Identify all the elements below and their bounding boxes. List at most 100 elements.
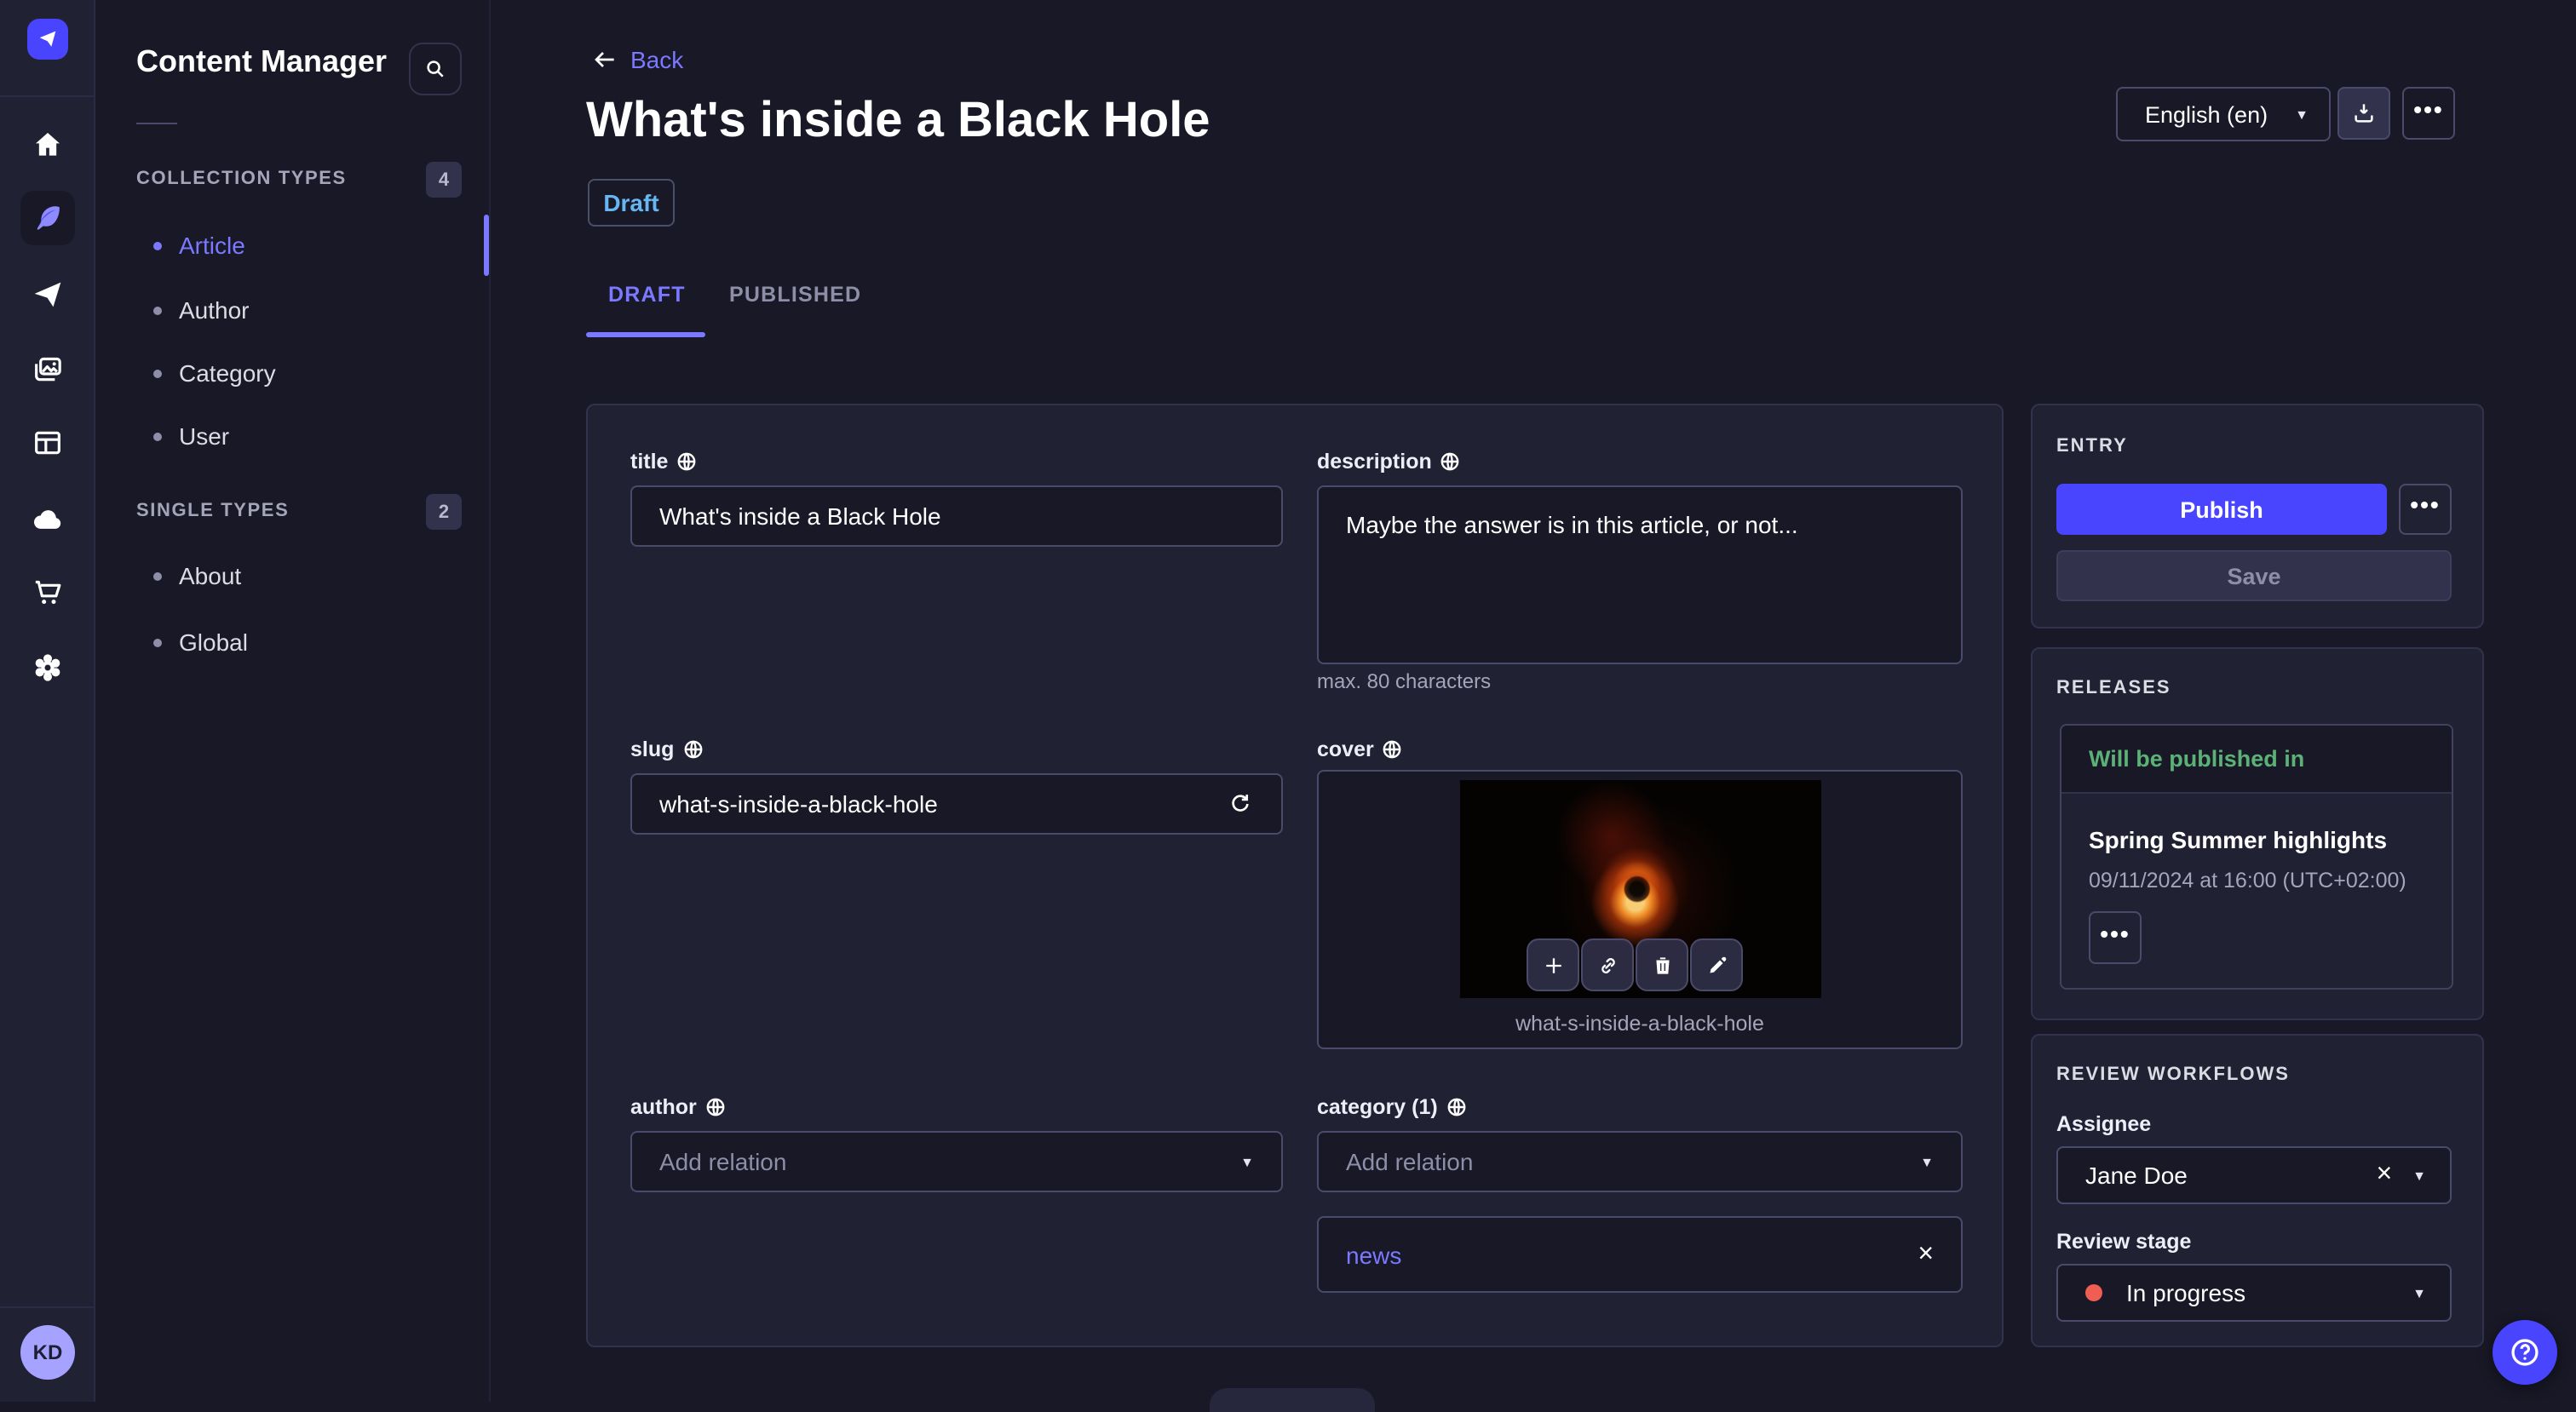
user-avatar[interactable]: KD bbox=[20, 1325, 75, 1380]
field-label-text: category (1) bbox=[1317, 1094, 1438, 1118]
nav-media-library-icon[interactable] bbox=[29, 351, 66, 388]
sidebar-item-author[interactable]: Author bbox=[153, 293, 250, 327]
sidebar-item-label: Category bbox=[179, 359, 276, 387]
field-label-text: slug bbox=[630, 737, 675, 761]
category-relation-item[interactable]: news × bbox=[1317, 1216, 1963, 1293]
author-placeholder: Add relation bbox=[659, 1148, 787, 1175]
status-badge: Draft bbox=[588, 179, 675, 227]
back-label: Back bbox=[630, 46, 684, 73]
title-input[interactable]: What's inside a Black Hole bbox=[630, 485, 1283, 547]
category-relation-select[interactable]: Add relation ▼ bbox=[1317, 1131, 1963, 1192]
arrow-left-icon bbox=[595, 52, 614, 67]
globe-icon bbox=[678, 451, 696, 470]
tab-published[interactable]: PUBLISHED bbox=[729, 283, 861, 307]
pencil-icon bbox=[1709, 956, 1726, 973]
globe-icon bbox=[684, 739, 702, 758]
nav-divider-top bbox=[0, 95, 95, 97]
remove-relation-icon[interactable]: × bbox=[1918, 1240, 1934, 1268]
nav-cloud-icon[interactable] bbox=[29, 501, 66, 538]
bullet-icon bbox=[153, 432, 162, 440]
sidebar-item-global[interactable]: Global bbox=[153, 625, 248, 659]
chevron-down-icon: ▼ bbox=[1920, 1154, 1934, 1169]
globe-icon bbox=[1383, 739, 1402, 758]
back-button[interactable]: Back bbox=[591, 46, 683, 73]
more-icon: ••• bbox=[2410, 491, 2441, 518]
sidebar-item-label: User bbox=[179, 422, 230, 450]
chevron-down-icon: ▼ bbox=[1240, 1154, 1254, 1169]
download-button[interactable] bbox=[2337, 87, 2390, 140]
collection-types-count-badge: 4 bbox=[426, 162, 462, 198]
nav-settings-icon[interactable] bbox=[29, 649, 66, 686]
assignee-label: Assignee bbox=[2056, 1112, 2152, 1136]
header-more-button[interactable]: ••• bbox=[2402, 87, 2455, 140]
single-types-count-badge: 2 bbox=[426, 494, 462, 530]
strapi-logo[interactable] bbox=[27, 19, 68, 60]
description-value: Maybe the answer is in this article, or … bbox=[1346, 511, 1798, 538]
nav-home-icon[interactable] bbox=[29, 126, 66, 164]
author-field-label: author bbox=[630, 1093, 726, 1119]
title-field-label: title bbox=[630, 448, 697, 474]
section-collection-types: COLLECTION TYPES bbox=[136, 169, 347, 189]
edit-asset-button[interactable] bbox=[1690, 938, 1743, 991]
bullet-icon bbox=[153, 571, 162, 580]
nav-content-manager-feather-icon[interactable] bbox=[29, 199, 66, 237]
publish-label: Publish bbox=[2180, 496, 2263, 522]
title-input-value: What's inside a Black Hole bbox=[659, 502, 941, 530]
help-button[interactable] bbox=[2493, 1320, 2557, 1385]
search-button[interactable] bbox=[409, 43, 462, 95]
regenerate-icon[interactable] bbox=[1227, 790, 1254, 818]
cover-actions bbox=[1527, 938, 1743, 991]
nav-paper-plane-icon[interactable] bbox=[29, 276, 66, 313]
sidebar-item-about[interactable]: About bbox=[153, 559, 241, 593]
nav-layout-icon[interactable] bbox=[29, 424, 66, 462]
save-button[interactable]: Save bbox=[2056, 550, 2452, 601]
sidebar-item-article[interactable]: Article bbox=[153, 228, 245, 262]
assignee-select[interactable]: Jane Doe × ▼ bbox=[2056, 1146, 2452, 1204]
sidebar-item-category[interactable]: Category bbox=[153, 356, 276, 390]
sidebar-item-user[interactable]: User bbox=[153, 419, 229, 453]
delete-asset-button[interactable] bbox=[1636, 938, 1688, 991]
assignee-value: Jane Doe bbox=[2085, 1162, 2188, 1189]
description-field-label: description bbox=[1317, 448, 1461, 474]
release-status: Will be published in bbox=[2061, 726, 2452, 794]
sidebar-item-label: Article bbox=[179, 232, 245, 259]
sidebar-item-label: Author bbox=[179, 296, 250, 324]
release-name-link[interactable]: Spring Summer highlights bbox=[2089, 826, 2387, 853]
nav-divider-bottom bbox=[0, 1306, 95, 1308]
locale-select[interactable]: English (en) ▼ bbox=[2116, 87, 2331, 141]
bullet-icon bbox=[153, 241, 162, 250]
clear-assignee-icon[interactable]: × bbox=[2376, 1161, 2392, 1189]
download-icon bbox=[2355, 104, 2373, 123]
description-textarea[interactable]: Maybe the answer is in this article, or … bbox=[1317, 485, 1963, 664]
field-label-text: cover bbox=[1317, 737, 1374, 761]
copy-link-button[interactable] bbox=[1581, 938, 1634, 991]
review-panel-title: REVIEW WORKFLOWS bbox=[2056, 1065, 2290, 1085]
publish-button[interactable]: Publish bbox=[2056, 484, 2387, 535]
sidebar-item-label: About bbox=[179, 562, 242, 589]
add-asset-button[interactable] bbox=[1527, 938, 1579, 991]
nav-cart-icon[interactable] bbox=[29, 574, 66, 611]
review-stage-label: Review stage bbox=[2056, 1230, 2192, 1254]
entry-more-button[interactable]: ••• bbox=[2399, 484, 2452, 535]
link-icon bbox=[1601, 957, 1614, 973]
trash-icon bbox=[1655, 956, 1669, 973]
review-stage-select[interactable]: In progress ▼ bbox=[2056, 1264, 2452, 1322]
entry-panel: ENTRY Publish ••• Save bbox=[2031, 404, 2484, 629]
author-relation-select[interactable]: Add relation ▼ bbox=[630, 1131, 1283, 1192]
cover-field-label: cover bbox=[1317, 736, 1403, 761]
more-icon: ••• bbox=[2413, 95, 2444, 122]
subnav-scrollbar-thumb[interactable] bbox=[484, 215, 489, 276]
field-label-text: title bbox=[630, 449, 669, 473]
release-card: Will be published in Spring Summer highl… bbox=[2060, 724, 2453, 990]
stage-value: In progress bbox=[2126, 1279, 2246, 1306]
strapi-admin-app: KD Content Manager COLLECTION TYPES 4 Ar… bbox=[0, 0, 2576, 1412]
field-label-text: description bbox=[1317, 449, 1432, 473]
chevron-down-icon: ▼ bbox=[2295, 106, 2309, 122]
bullet-icon bbox=[153, 638, 162, 646]
relation-link-news[interactable]: news bbox=[1346, 1241, 1401, 1268]
slug-input[interactable]: what-s-inside-a-black-hole bbox=[630, 773, 1283, 835]
tab-draft[interactable]: DRAFT bbox=[608, 283, 686, 307]
category-placeholder: Add relation bbox=[1346, 1148, 1474, 1175]
release-status-text: Will be published in bbox=[2089, 746, 2305, 772]
release-more-button[interactable]: ••• bbox=[2089, 911, 2142, 964]
